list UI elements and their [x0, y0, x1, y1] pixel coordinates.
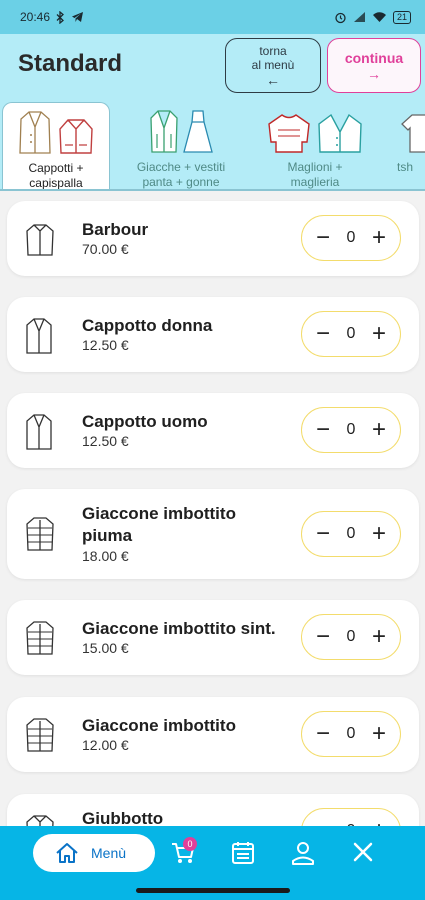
suit-icon: [150, 110, 178, 153]
decrement-button[interactable]: −: [316, 226, 330, 250]
increment-button[interactable]: +: [372, 522, 386, 546]
quantity-value: 0: [346, 421, 356, 438]
close-icon[interactable]: [351, 840, 375, 864]
dress-icon: [183, 110, 213, 153]
puffer-jacket-icon: [26, 517, 54, 551]
battery-indicator: 21: [392, 10, 411, 24]
item-price: 12.50 €: [82, 433, 129, 449]
item-name: Cappotto uomo: [82, 412, 208, 431]
tab-tshirt[interactable]: tsh: [390, 102, 425, 191]
increment-button[interactable]: +: [372, 322, 386, 346]
increment-button[interactable]: +: [372, 625, 386, 649]
tab-giacche[interactable]: Giacche + vestiti panta + gonne: [118, 102, 244, 191]
item-price: 70.00 €: [82, 241, 129, 257]
quantity-stepper: − 0 +: [301, 614, 401, 660]
cardigan-icon: [318, 113, 362, 153]
quantity-value: 0: [346, 628, 356, 645]
quantity-value: 0: [346, 525, 356, 542]
home-indicator: [136, 888, 290, 893]
tab-label: Cappotti + capispalla: [28, 161, 84, 190]
continue-button[interactable]: continua →: [327, 38, 421, 93]
tab-label: Maglioni + maglieria: [287, 160, 343, 189]
item-price: 15.00 €: [82, 640, 129, 656]
puffer-jacket-icon: [26, 718, 54, 752]
increment-button[interactable]: +: [372, 226, 386, 250]
puffer-jacket-icon: [26, 621, 54, 655]
alarm-icon: [335, 12, 346, 23]
quantity-stepper: − 0 +: [301, 511, 401, 557]
category-tabs: Cappotti + capispalla Giacche + vestiti …: [0, 94, 425, 191]
nav-menu-label: Menù: [91, 845, 127, 861]
decrement-button[interactable]: −: [316, 722, 330, 746]
quantity-stepper: − 0 +: [301, 711, 401, 757]
item-price: 12.00 €: [82, 737, 129, 753]
item-price: 18.00 €: [82, 548, 129, 564]
user-icon[interactable]: [290, 840, 316, 866]
increment-button[interactable]: +: [372, 819, 386, 827]
sweater-icon: [268, 114, 310, 153]
quantity-stepper: − 0 +: [301, 311, 401, 357]
item-name: Giaccone imbottito: [82, 716, 236, 735]
decrement-button[interactable]: −: [316, 625, 330, 649]
increment-button[interactable]: +: [372, 722, 386, 746]
cart-count-badge: 0: [183, 837, 197, 851]
quantity-stepper: − 0 +: [301, 215, 401, 261]
page-title: Standard: [18, 50, 123, 77]
status-time: 20:46: [20, 10, 51, 24]
jacket-icon: [59, 119, 93, 154]
tab-maglioni[interactable]: Maglioni + maglieria: [252, 102, 378, 191]
arrow-right-icon: →: [367, 65, 381, 82]
item-name: Giubbotto: [82, 809, 164, 826]
calendar-icon[interactable]: [230, 840, 256, 866]
coat-icon: [26, 318, 52, 354]
list-item: Giubbotto − 0 +: [7, 794, 419, 826]
list-item: Cappotto uomo 12.50 € − 0 +: [7, 393, 419, 468]
increment-button[interactable]: +: [372, 418, 386, 442]
signal-icon: [353, 12, 365, 22]
quantity-stepper: − 0 +: [301, 407, 401, 453]
back-label-line2: al menù: [251, 57, 295, 72]
quantity-value: 0: [346, 229, 356, 246]
item-name: Barbour: [82, 220, 149, 239]
home-icon: [56, 843, 78, 863]
continue-label: continua: [344, 49, 404, 66]
list-item: Barbour 70.00 € − 0 +: [7, 201, 419, 276]
app-header: Standard torna al menù ← continua →: [0, 34, 425, 94]
list-item: Cappotto donna 12.50 € − 0 +: [7, 297, 419, 372]
list-item: Giaccone imbottito piuma 18.00 € − 0 +: [7, 489, 419, 579]
quantity-value: 0: [346, 725, 356, 742]
status-bar: 20:46 21: [0, 0, 425, 34]
item-name: Giaccone imbottito sint.: [82, 619, 276, 638]
tshirt-icon: [401, 114, 425, 153]
back-label-line1: torna: [259, 43, 287, 58]
wifi-icon: [372, 12, 386, 22]
coat-icon: [19, 111, 51, 154]
quantity-value: 0: [347, 819, 356, 826]
telegram-icon: [72, 12, 84, 22]
list-item: Giaccone imbottito 12.00 € − 0 +: [7, 697, 419, 772]
item-price: 12.50 €: [82, 337, 129, 353]
back-to-menu-button[interactable]: torna al menù ←: [225, 38, 321, 93]
nav-menu-button[interactable]: Menù: [33, 834, 155, 872]
bluetooth-icon: [56, 10, 64, 24]
quantity-stepper: − 0 +: [301, 808, 401, 826]
tab-label: tsh: [396, 160, 413, 174]
jacket-icon: [26, 815, 54, 826]
item-name: Giaccone imbottito piuma: [82, 504, 236, 545]
decrement-button[interactable]: −: [316, 322, 330, 346]
decrement-button[interactable]: −: [316, 522, 330, 546]
list-item: Giaccone imbottito sint. 15.00 € − 0 +: [7, 600, 419, 675]
arrow-left-icon: ←: [266, 71, 280, 88]
item-list[interactable]: Barbour 70.00 € − 0 + Cappotto donna 12.…: [0, 191, 425, 826]
tab-cappotti[interactable]: Cappotti + capispalla: [2, 102, 110, 191]
decrement-button[interactable]: −: [316, 819, 330, 827]
coat-icon: [26, 414, 52, 450]
decrement-button[interactable]: −: [316, 418, 330, 442]
jacket-icon: [26, 224, 54, 256]
quantity-value: 0: [346, 325, 356, 342]
item-name: Cappotto donna: [82, 316, 213, 335]
tab-label: Giacche + vestiti panta + gonne: [136, 160, 226, 189]
